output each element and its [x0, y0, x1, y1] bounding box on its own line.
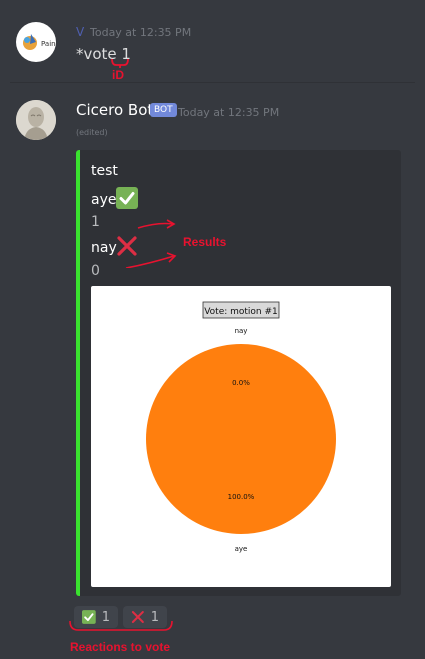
bot-author-name[interactable]: Cicero Bot: [76, 101, 153, 119]
field-name-nay: nay: [91, 240, 117, 256]
chart-title: Vote: motion #1: [204, 307, 278, 317]
reactions-annotation-label: Reactions to vote: [70, 640, 171, 654]
avatar-text: Pain: [41, 40, 56, 48]
field-value-nay: 0: [91, 263, 100, 279]
check-icon: [116, 187, 138, 209]
pie-slice-aye: [146, 344, 336, 534]
reactions-annotation-bracket: [69, 620, 173, 631]
pie-pct-label-nay: 0.0%: [232, 379, 250, 387]
field-value-aye: 1: [91, 214, 100, 230]
embed-accent-bar: [76, 150, 80, 596]
results-annotation-label: Results: [183, 235, 227, 249]
poll-embed: test aye 1 nay 0 Vote: motion #1 aye 100.…: [76, 150, 401, 596]
timestamp: Today at 12:35 PM: [90, 26, 192, 39]
pie-label-nay: nay: [235, 327, 248, 335]
cicero-bust-icon: [16, 100, 56, 140]
message-divider: [10, 82, 415, 83]
paint-logo-icon: Pain: [23, 34, 56, 50]
pie-pct-label-aye: 100.0%: [228, 493, 255, 501]
edited-label: (edited): [76, 128, 108, 137]
id-annotation-label: iD: [112, 68, 124, 82]
bot-badge: BOT: [150, 103, 177, 117]
timestamp: Today at 12:35 PM: [178, 106, 280, 119]
user-avatar[interactable]: Pain: [16, 22, 56, 62]
bot-avatar[interactable]: [16, 100, 56, 140]
pie-chart: Vote: motion #1 aye 100.0% nay 0.0%: [146, 301, 336, 553]
pie-label-aye: aye: [235, 545, 248, 553]
field-name-aye: aye: [91, 192, 117, 208]
embed-title: test: [91, 163, 118, 179]
pie-chart-image[interactable]: Vote: motion #1 aye 100.0% nay 0.0%: [91, 286, 391, 587]
author-initial[interactable]: V: [76, 25, 84, 39]
